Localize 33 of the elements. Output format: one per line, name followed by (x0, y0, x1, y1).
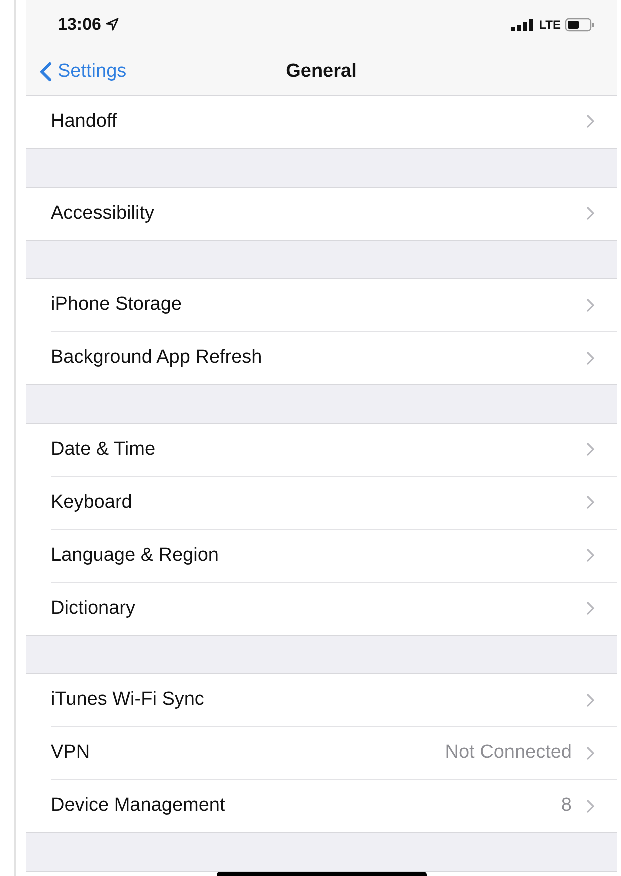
settings-row-label[interactable]: iTunes Wi-Fi Sync (51, 689, 586, 712)
settings-row-label[interactable]: iPhone Storage (51, 294, 586, 316)
chevron-icon[interactable] (586, 350, 595, 366)
home-indicator[interactable] (216, 872, 426, 876)
settings-row-label[interactable]: Background App Refresh (51, 347, 586, 370)
settings-row-label[interactable]: VPN (51, 742, 446, 764)
network-label: LTE (539, 18, 561, 32)
chevron-icon[interactable] (586, 798, 595, 814)
chevron-icon[interactable] (586, 495, 595, 510)
chevron-icon[interactable] (586, 692, 595, 708)
chevron-icon[interactable] (586, 548, 595, 564)
back-chevron-icon[interactable] (40, 62, 52, 82)
chevron-icon[interactable] (586, 206, 595, 222)
settings-row-label[interactable]: Dictionary (51, 598, 586, 620)
settings-row-label[interactable]: Device Management (51, 795, 562, 818)
settings-row-label[interactable]: Keyboard (51, 492, 586, 514)
signal-icon (511, 18, 536, 31)
chevron-icon[interactable] (586, 298, 595, 313)
page-title: General (286, 61, 357, 82)
settings-row-value: 8 (561, 795, 572, 818)
chevron-icon[interactable] (586, 746, 595, 761)
settings-row-label[interactable]: Date & Time (51, 438, 586, 461)
chevron-icon[interactable] (586, 601, 595, 616)
settings-row-label[interactable]: Accessibility (51, 202, 586, 225)
chevron-icon[interactable] (586, 114, 595, 130)
status-time: 13:06 (58, 14, 102, 35)
settings-row-label[interactable]: Language & Region (51, 544, 586, 567)
settings-row-label[interactable]: Handoff (51, 110, 586, 133)
battery-icon (565, 18, 595, 32)
settings-row-value: Not Connected (445, 742, 572, 764)
chevron-icon[interactable] (586, 442, 595, 458)
back-button[interactable]: Settings (26, 60, 133, 84)
location-arrow-icon (106, 18, 120, 32)
